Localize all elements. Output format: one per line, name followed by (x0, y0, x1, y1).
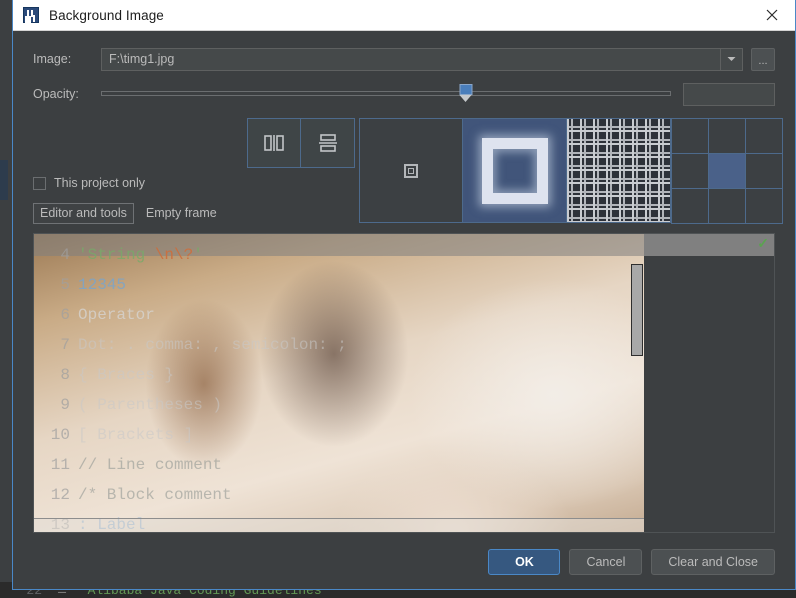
valid-check-icon: ✓ (757, 235, 769, 251)
tiled-pattern-icon (567, 119, 670, 222)
ide-left-strip (0, 160, 8, 200)
anchor-cell-middle-left[interactable] (670, 152, 709, 189)
image-path-input[interactable] (102, 48, 720, 70)
anchor-cell-bottom-center[interactable] (707, 187, 747, 224)
opacity-slider-thumb[interactable] (459, 84, 473, 102)
anchor-cell-bottom-right[interactable] (745, 187, 784, 224)
opacity-spinner[interactable] (683, 82, 796, 106)
chevron-down-icon[interactable] (720, 48, 742, 70)
ok-button[interactable]: OK (488, 549, 561, 575)
fill-mode-center[interactable] (359, 118, 463, 223)
background-preview-area: ✓ 4 'String \n\?' 5 12345 6 Operator 7 Dot: . c… (33, 233, 775, 533)
preview-horizontal-scrollbar[interactable] (34, 518, 644, 532)
opacity-row: Opacity: (33, 82, 796, 106)
image-row: Image: ... (33, 47, 775, 71)
cancel-button[interactable]: Cancel (569, 549, 643, 575)
opacity-slider[interactable] (101, 82, 671, 106)
anchor-cell-top-center[interactable] (707, 117, 747, 154)
this-project-only-checkbox[interactable]: This project only (33, 173, 145, 193)
browse-file-button[interactable]: ... (751, 47, 775, 71)
preview-vertical-scrollbar[interactable] (631, 264, 643, 356)
checkbox-box (33, 176, 46, 190)
preview-photo-shade (34, 234, 644, 256)
anchor-cell-middle-right[interactable] (745, 152, 784, 189)
anchor-cell-middle-center[interactable] (707, 152, 747, 189)
dialog-footer: OK Cancel Clear and Close (13, 535, 795, 589)
close-icon[interactable] (749, 0, 795, 30)
anchor-position-grid (670, 117, 784, 224)
fill-mode-tiled[interactable] (567, 118, 671, 223)
intellij-idea-icon (23, 7, 39, 23)
frame-type-label: Empty frame (145, 206, 217, 220)
fill-mode-group (359, 118, 671, 223)
opacity-label: Opacity: (33, 87, 79, 101)
mirror-horizontal-icon[interactable] (247, 118, 301, 168)
background-image-dialog: Background Image Image: ... Opacity: (12, 0, 796, 590)
dialog-title: Background Image (49, 7, 164, 23)
clear-and-close-button[interactable]: Clear and Close (651, 549, 775, 575)
image-path-combo[interactable] (101, 47, 743, 71)
anchor-cell-top-left[interactable] (670, 117, 709, 154)
dialog-titlebar: Background Image (13, 0, 795, 31)
image-label: Image: (33, 52, 72, 66)
opacity-value-input[interactable] (684, 83, 796, 105)
mirror-button-group (247, 118, 355, 168)
preview-right-pane (644, 234, 774, 532)
opacity-slider-track (101, 91, 671, 96)
scaled-square-icon (481, 137, 548, 204)
center-square-icon (404, 163, 418, 178)
anchor-cell-bottom-left[interactable] (670, 187, 709, 224)
mirror-vertical-icon[interactable] (301, 118, 355, 168)
this-project-only-label: This project only (54, 176, 146, 190)
anchor-cell-top-right[interactable] (745, 117, 784, 154)
dialog-body: Image: ... Opacity: (13, 31, 796, 535)
scope-selector[interactable]: Editor and tools (33, 202, 134, 224)
fill-mode-scaled[interactable] (463, 118, 567, 223)
